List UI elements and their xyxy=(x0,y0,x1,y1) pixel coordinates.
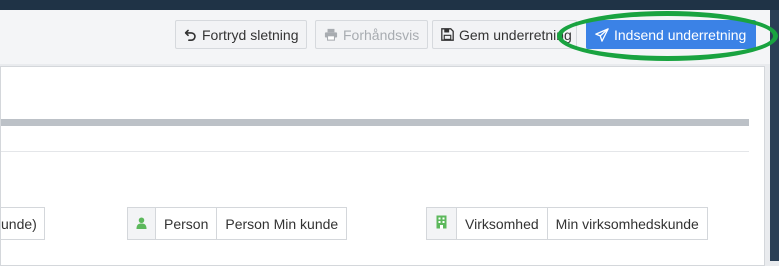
company-party-group[interactable]: Virksomhed Min virksomhedskunde xyxy=(426,207,708,240)
print-icon xyxy=(324,28,338,41)
undo-delete-button[interactable]: Fortryd sletning xyxy=(175,20,308,49)
save-notification-label: Gem underretning xyxy=(459,26,572,43)
submit-notification-button[interactable]: Indsend underretning xyxy=(586,20,756,49)
paper-plane-icon xyxy=(595,27,609,42)
undo-delete-label: Fortryd sletning xyxy=(202,26,299,43)
submit-notification-label: Indsend underretning xyxy=(614,26,747,43)
save-notification-button[interactable]: Gem underretning xyxy=(432,20,577,49)
preview-label: Forhåndsvis xyxy=(343,26,420,43)
person-icon-cell xyxy=(128,208,155,239)
preview-button[interactable]: Forhåndsvis xyxy=(315,20,429,49)
company-icon-cell xyxy=(427,208,456,239)
form-panel: unde) Person Person Min kunde Virksomhed… xyxy=(0,66,765,266)
company-type-label: Virksomhed xyxy=(456,208,547,239)
right-overlay-edge xyxy=(770,10,779,261)
undo-icon xyxy=(184,28,197,41)
building-icon xyxy=(436,215,447,232)
company-name-value: Min virksomhedskunde xyxy=(546,208,707,239)
partial-party-value: unde) xyxy=(1,215,37,232)
partial-party-group: unde) xyxy=(0,207,45,240)
section-divider xyxy=(1,151,749,152)
floppy-disk-icon xyxy=(441,28,454,41)
user-icon xyxy=(136,216,147,232)
person-type-label: Person xyxy=(155,208,216,239)
person-party-group[interactable]: Person Person Min kunde xyxy=(127,207,348,240)
person-name-value: Person Min kunde xyxy=(216,208,346,239)
top-header-strip xyxy=(0,0,779,10)
progress-bar xyxy=(1,119,749,126)
